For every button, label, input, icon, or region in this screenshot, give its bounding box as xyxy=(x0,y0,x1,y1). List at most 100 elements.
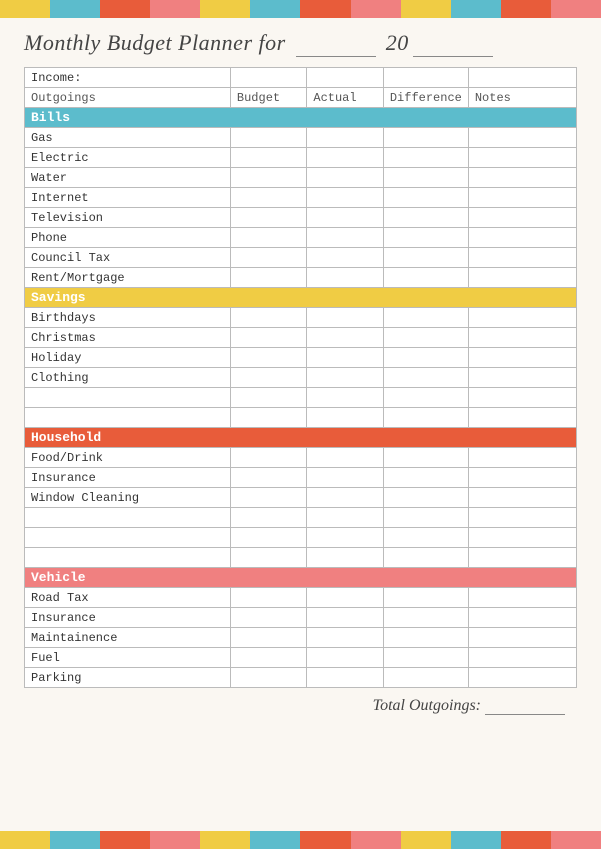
table-row: Council Tax xyxy=(25,248,577,268)
top-color-strip xyxy=(0,0,601,18)
total-outgoings-row: Total Outgoings: xyxy=(24,696,577,715)
section-header-bills: Bills xyxy=(25,108,577,128)
table-row: Fuel xyxy=(25,648,577,668)
table-row: Phone xyxy=(25,228,577,248)
gas-notes[interactable] xyxy=(468,128,576,148)
table-row: Christmas xyxy=(25,328,577,348)
table-row: Television xyxy=(25,208,577,228)
header-notes: Notes xyxy=(468,88,576,108)
strip-5 xyxy=(200,0,250,18)
strip-12 xyxy=(551,0,601,18)
bstrip-1 xyxy=(0,831,50,849)
table-row: Parking xyxy=(25,668,577,688)
item-rent-mortgage: Rent/Mortgage xyxy=(25,268,231,288)
bstrip-3 xyxy=(100,831,150,849)
page: Monthly Budget Planner for 20 Income: xyxy=(0,0,601,849)
header-difference: Difference xyxy=(383,88,468,108)
table-row-empty xyxy=(25,388,577,408)
strip-10 xyxy=(451,0,501,18)
bstrip-4 xyxy=(150,831,200,849)
item-clothing: Clothing xyxy=(25,368,231,388)
table-row: Insurance xyxy=(25,468,577,488)
item-food-drink: Food/Drink xyxy=(25,448,231,468)
item-internet: Internet xyxy=(25,188,231,208)
gas-budget[interactable] xyxy=(230,128,306,148)
income-label: Income: xyxy=(25,68,231,88)
item-insurance-vehicle: Insurance xyxy=(25,608,231,628)
bstrip-11 xyxy=(501,831,551,849)
table-row: Rent/Mortgage xyxy=(25,268,577,288)
income-budget[interactable] xyxy=(230,68,306,88)
item-fuel: Fuel xyxy=(25,648,231,668)
item-water: Water xyxy=(25,168,231,188)
section-header-household: Household xyxy=(25,428,577,448)
bstrip-12 xyxy=(551,831,601,849)
table-row-empty xyxy=(25,408,577,428)
header-budget: Budget xyxy=(230,88,306,108)
income-actual[interactable] xyxy=(307,68,383,88)
column-header-row: Outgoings Budget Actual Difference Notes xyxy=(25,88,577,108)
section-header-vehicle: Vehicle xyxy=(25,568,577,588)
item-electric: Electric xyxy=(25,148,231,168)
strip-9 xyxy=(401,0,451,18)
title-year-prefix: 20 xyxy=(380,30,409,55)
table-row: Holiday xyxy=(25,348,577,368)
strip-8 xyxy=(351,0,401,18)
item-phone: Phone xyxy=(25,228,231,248)
bstrip-8 xyxy=(351,831,401,849)
table-row-empty xyxy=(25,548,577,568)
table-row: Internet xyxy=(25,188,577,208)
table-row: Gas xyxy=(25,128,577,148)
total-label: Total Outgoings: xyxy=(373,697,481,715)
income-row: Income: xyxy=(25,68,577,88)
table-row-empty xyxy=(25,528,577,548)
bstrip-2 xyxy=(50,831,100,849)
table-row: Birthdays xyxy=(25,308,577,328)
title-year-line[interactable] xyxy=(413,30,493,57)
bottom-color-strip xyxy=(0,831,601,849)
strip-7 xyxy=(300,0,350,18)
main-content: Monthly Budget Planner for 20 Income: xyxy=(0,18,601,831)
item-road-tax: Road Tax xyxy=(25,588,231,608)
item-parking: Parking xyxy=(25,668,231,688)
item-holiday: Holiday xyxy=(25,348,231,368)
bstrip-6 xyxy=(250,831,300,849)
table-row: Water xyxy=(25,168,577,188)
item-council-tax: Council Tax xyxy=(25,248,231,268)
strip-4 xyxy=(150,0,200,18)
gas-diff[interactable] xyxy=(383,128,468,148)
item-insurance-household: Insurance xyxy=(25,468,231,488)
item-birthdays: Birthdays xyxy=(25,308,231,328)
header-outgoings: Outgoings xyxy=(25,88,231,108)
total-value-line[interactable] xyxy=(485,696,565,715)
table-row: Electric xyxy=(25,148,577,168)
item-gas: Gas xyxy=(25,128,231,148)
item-christmas: Christmas xyxy=(25,328,231,348)
table-row: Maintainence xyxy=(25,628,577,648)
title-name-line[interactable] xyxy=(296,30,376,57)
table-row: Clothing xyxy=(25,368,577,388)
table-row: Road Tax xyxy=(25,588,577,608)
item-maintainence: Maintainence xyxy=(25,628,231,648)
section-header-savings: Savings xyxy=(25,288,577,308)
title-prefix: Monthly Budget Planner for xyxy=(24,30,292,55)
bstrip-5 xyxy=(200,831,250,849)
strip-3 xyxy=(100,0,150,18)
strip-1 xyxy=(0,0,50,18)
bstrip-7 xyxy=(300,831,350,849)
strip-11 xyxy=(501,0,551,18)
table-row: Window Cleaning xyxy=(25,488,577,508)
budget-table: Income: Outgoings Budget Actual Differen… xyxy=(24,67,577,688)
income-difference[interactable] xyxy=(383,68,468,88)
gas-actual[interactable] xyxy=(307,128,383,148)
bstrip-10 xyxy=(451,831,501,849)
page-title: Monthly Budget Planner for 20 xyxy=(24,30,577,57)
header-actual: Actual xyxy=(307,88,383,108)
table-row-empty xyxy=(25,508,577,528)
bstrip-9 xyxy=(401,831,451,849)
strip-6 xyxy=(250,0,300,18)
table-row: Insurance xyxy=(25,608,577,628)
table-row: Food/Drink xyxy=(25,448,577,468)
strip-2 xyxy=(50,0,100,18)
income-notes[interactable] xyxy=(468,68,576,88)
